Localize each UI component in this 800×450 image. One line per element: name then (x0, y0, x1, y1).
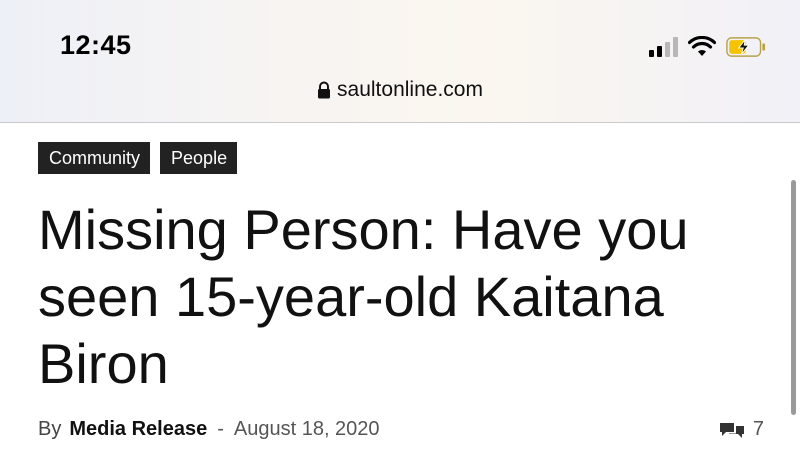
comment-count: 7 (752, 418, 764, 440)
byline-prefix: By (38, 418, 62, 440)
status-time: 12:45 (60, 30, 132, 60)
battery-charging-icon (726, 37, 766, 57)
status-icons (649, 32, 766, 62)
article-tags: Community People (38, 142, 238, 174)
wifi-icon (688, 36, 716, 56)
article-headline: Missing Person: Have you seen 15-year-ol… (38, 198, 689, 395)
byline-separator: - (217, 418, 224, 440)
article-byline: By Media Release - August 18, 2020 (38, 418, 380, 441)
cellular-signal-icon (649, 37, 678, 57)
comments-icon (719, 422, 744, 438)
browser-top-bar: 12:45 saultonline.com (0, 0, 800, 123)
article-date: August 18, 2020 (233, 418, 380, 440)
scrollbar[interactable] (791, 180, 796, 415)
lock-icon (318, 81, 331, 99)
url-text: saultonline.com (337, 78, 483, 101)
comments-link[interactable]: 7 (719, 418, 764, 441)
tag-people[interactable]: People (160, 142, 238, 174)
tag-community[interactable]: Community (38, 142, 151, 174)
address-bar[interactable]: saultonline.com (0, 78, 800, 102)
author-link[interactable]: Media Release (69, 418, 207, 441)
